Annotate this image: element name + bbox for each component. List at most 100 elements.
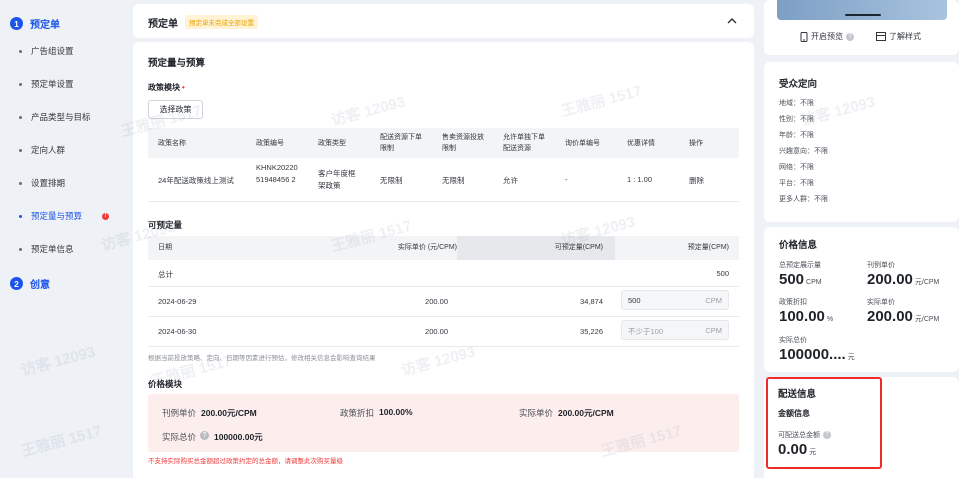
bullet-dot bbox=[19, 82, 22, 86]
nav-item-order-info[interactable]: 预定单信息 bbox=[19, 243, 74, 255]
total-value: 500 bbox=[716, 269, 729, 278]
style-info-link[interactable]: 了解样式 bbox=[876, 31, 921, 42]
nav-item-targeting[interactable]: 定向人群 bbox=[19, 144, 65, 156]
nav-item-order-settings[interactable]: 预定单设置 bbox=[19, 78, 74, 90]
discount-label: 政策折扣 bbox=[779, 299, 807, 306]
total-price-label: 实际总价 bbox=[779, 337, 807, 344]
nav-step-creative[interactable]: 2 创意 bbox=[10, 276, 50, 291]
bullet-dot bbox=[19, 148, 22, 152]
preview-card: 开启预览 ? 了解样式 bbox=[764, 0, 959, 55]
metric-unit: 元/CPM bbox=[914, 279, 940, 286]
bullet-dot bbox=[19, 49, 22, 53]
nav-item-volume-budget[interactable]: 预定量与预算! bbox=[19, 210, 110, 222]
th-delivery-limit: 配送资源下单限制 bbox=[380, 134, 422, 152]
nav-item-ad-group[interactable]: 广告组设置 bbox=[19, 45, 74, 57]
metric-value: 500 bbox=[779, 271, 805, 288]
th-discount-detail: 优惠详情 bbox=[627, 140, 655, 147]
amount-info-subtitle: 金额信息 bbox=[778, 409, 810, 418]
nav-item-product-type[interactable]: 产品类型与目标 bbox=[19, 111, 91, 123]
left-nav: 1 预定单 广告组设置 预定单设置 产品类型与目标 定向人群 设置排期 预定量与… bbox=[0, 0, 122, 478]
error-icon: ! bbox=[102, 212, 110, 220]
th-booked: 预定量(CPM) bbox=[687, 244, 729, 251]
price-info-title: 价格信息 bbox=[779, 240, 818, 251]
preview-thumbnail bbox=[777, 0, 947, 20]
row-price: 200.00 bbox=[425, 297, 448, 306]
incomplete-badge: 预定单未完成全部设置 bbox=[185, 15, 258, 29]
audience-card: 受众定向 地域：不限 性别：不限 年龄：不限 兴趣意向：不限 网络：不限 平台：… bbox=[764, 62, 959, 222]
list-price-value: 200.00元/CPM bbox=[201, 408, 257, 418]
th-inquiry-id: 询价单编号 bbox=[565, 140, 600, 147]
th-actual-price: 实际单价 (元/CPM) bbox=[397, 244, 457, 251]
audience-gender: 性别：不限 bbox=[779, 116, 814, 123]
phone-icon bbox=[800, 31, 808, 42]
nav-item-label: 定向人群 bbox=[31, 145, 66, 155]
bullet-dot bbox=[19, 247, 22, 251]
help-icon[interactable]: ? bbox=[823, 431, 831, 439]
help-icon[interactable]: ? bbox=[200, 431, 209, 440]
nav-step-label: 预定单 bbox=[30, 20, 60, 31]
nav-item-label: 广告组设置 bbox=[31, 46, 74, 56]
nav-item-label: 预定量与预算 bbox=[31, 211, 83, 221]
row-divider bbox=[148, 346, 739, 347]
audience-age: 年龄：不限 bbox=[779, 132, 814, 139]
audience-more: 更多人群：不限 bbox=[779, 196, 828, 203]
row-divider bbox=[148, 286, 739, 287]
metric-value: 200.00 bbox=[867, 308, 913, 325]
metric-value: 100.00 bbox=[779, 308, 825, 325]
right-summary-panel: 开启预览 ? 了解样式 受众定向 地域：不限 性别：不限 年龄：不限 兴趣意向：… bbox=[764, 0, 959, 478]
audience-title: 受众定向 bbox=[779, 79, 818, 90]
th-policy-type: 政策类型 bbox=[318, 140, 346, 147]
input-value: 500 bbox=[628, 296, 641, 305]
deliverable-amount-metric: 0.00 元 bbox=[778, 441, 816, 459]
estimate-note: 根据当前投放策略、定向、日期等因素进行预估，修改相关信息会影响查询结果 bbox=[148, 355, 376, 362]
row-divider bbox=[148, 316, 739, 317]
preview-toggle[interactable]: 开启预览 ? bbox=[800, 31, 854, 42]
price-info-card: 价格信息 总预定展示量 500 CPM 刊例单价 200.00 元/CPM 政策折扣… bbox=[764, 227, 959, 372]
list-price-label: 刊例单价 bbox=[867, 262, 895, 269]
discount-label: 政策折扣 bbox=[340, 408, 375, 418]
audience-platform: 平台：不限 bbox=[779, 180, 814, 187]
total-price-metric: 100000.... 元 bbox=[779, 346, 855, 364]
th-date: 日期 bbox=[158, 244, 172, 251]
metric-value: 100000.... bbox=[779, 346, 846, 363]
th-available: 可预定量(CPM) bbox=[554, 244, 603, 251]
bullet-dot bbox=[19, 181, 22, 185]
actual-price-label: 实际单价 bbox=[867, 299, 895, 306]
section-title: 预定量与预算 bbox=[148, 58, 206, 69]
total-booked-metric: 500 CPM bbox=[779, 271, 822, 289]
nav-item-label: 预定单信息 bbox=[31, 244, 74, 254]
volume-budget-section: 预定量与预算 政策模块 • 选择政策 政策名称 政策编号 政策类型 配送资源下单限… bbox=[133, 42, 754, 478]
delete-link[interactable]: 删除 bbox=[689, 175, 704, 186]
booked-input-0629[interactable]: 500 CPM bbox=[621, 290, 729, 310]
td-policy-id: KHNK2022051948456 2 bbox=[256, 163, 298, 184]
nav-item-label: 设置排期 bbox=[31, 178, 66, 188]
td-discount-detail: 1 : 1.00 bbox=[627, 175, 653, 184]
actual-price-value: 200.00元/CPM bbox=[558, 408, 614, 418]
audience-region: 地域：不限 bbox=[779, 100, 814, 107]
metric-value: 0.00 bbox=[778, 441, 808, 458]
booked-input-0630[interactable]: 不少于100 CPM bbox=[621, 320, 729, 340]
deliverable-amount-label: 可配送总金额 ? bbox=[778, 430, 831, 440]
policy-label: 政策模块 • bbox=[148, 82, 185, 93]
bookable-title: 可预定量 bbox=[148, 220, 183, 230]
input-unit: CPM bbox=[705, 326, 722, 335]
order-header-card: 预定单 预定单未完成全部设置 bbox=[133, 4, 754, 38]
main-panel: 预定单 预定单未完成全部设置 预定量与预算 政策模块 • 选择政策 政策名称 政策… bbox=[133, 0, 754, 478]
total-price-value: 100000.00元 bbox=[214, 432, 263, 442]
list-price-metric: 200.00 元/CPM bbox=[867, 271, 939, 289]
th-policy-id: 政策编号 bbox=[256, 140, 284, 147]
bullet-dot bbox=[19, 115, 22, 119]
delivery-title: 配送信息 bbox=[778, 389, 817, 400]
nav-step-order[interactable]: 1 预定单 bbox=[10, 16, 60, 31]
policy-label-text: 政策模块 bbox=[148, 83, 180, 92]
chevron-up-icon[interactable] bbox=[725, 14, 739, 28]
select-policy-button[interactable]: 选择政策 bbox=[148, 100, 203, 119]
td-inquiry-id: - bbox=[565, 175, 568, 184]
metric-unit: CPM bbox=[806, 279, 822, 286]
price-module-panel: 刊例单价 200.00元/CPM 政策折扣 100.00% 实际单价 200.0… bbox=[148, 394, 739, 452]
nav-item-label: 预定单设置 bbox=[31, 79, 74, 89]
nav-item-schedule[interactable]: 设置排期 bbox=[19, 177, 65, 189]
layout-icon bbox=[876, 32, 886, 41]
td-allow-separate: 允许 bbox=[503, 176, 518, 185]
metric-unit: 元 bbox=[847, 354, 855, 361]
